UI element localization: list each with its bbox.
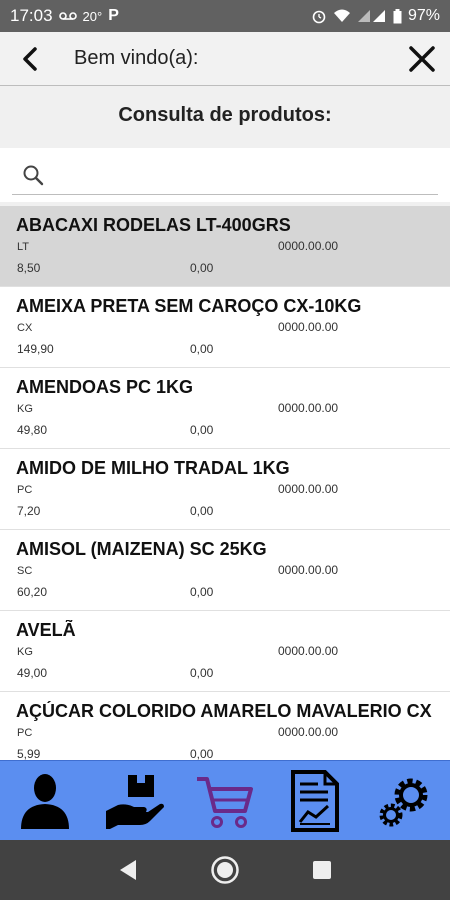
product-unit: PC (17, 484, 33, 496)
product-price: 49,00 (17, 666, 48, 680)
product-unit: LT (17, 241, 30, 253)
list-item[interactable]: AMENDOAS PC 1KG KG 0000.00.00 49,80 0,00 (0, 368, 450, 449)
product-stock: 0,00 (190, 504, 214, 518)
search-bar (0, 148, 450, 202)
cart-icon (197, 776, 253, 828)
alarm-icon (311, 8, 327, 24)
list-item[interactable]: ABACAXI RODELAS LT-400GRS LT 0000.00.00 … (0, 206, 450, 287)
header-title: Bem vindo(a): (74, 47, 199, 69)
search-input[interactable] (58, 156, 438, 192)
close-button[interactable] (394, 32, 450, 86)
product-stock: 0,00 (190, 261, 214, 275)
status-time: 17:03 (10, 6, 53, 25)
search-icon (23, 165, 44, 186)
search-underline (12, 194, 438, 195)
product-name: AÇÚCAR COLORIDO AMARELO MAVALERIO CX (16, 701, 432, 721)
product-price: 149,90 (17, 342, 54, 356)
product-stock: 0,00 (190, 666, 214, 680)
product-code: 0000.00.00 (278, 482, 339, 496)
list-item[interactable]: AMIDO DE MILHO TRADAL 1KG PC 0000.00.00 … (0, 449, 450, 530)
system-home-button[interactable] (200, 845, 250, 895)
product-name: AMISOL (MAIZENA) SC 25KG (16, 539, 267, 559)
status-bar: 17:03 20° P 97% (0, 0, 450, 32)
product-price: 49,80 (17, 423, 48, 437)
product-price: 5,99 (17, 747, 41, 760)
product-code: 0000.00.00 (278, 563, 339, 577)
triangle-back-icon (120, 860, 137, 880)
product-stock: 0,00 (190, 423, 214, 437)
list-item[interactable]: AVELÃ KG 0000.00.00 49,00 0,00 (0, 611, 450, 692)
battery-icon (393, 8, 402, 24)
product-code: 0000.00.00 (278, 644, 339, 658)
product-unit: CX (17, 322, 33, 334)
arrow-left-icon (23, 46, 37, 71)
user-icon (21, 773, 69, 829)
system-recents-button[interactable] (297, 845, 347, 895)
product-code: 0000.00.00 (278, 401, 339, 415)
product-stock: 0,00 (190, 342, 214, 356)
product-name: AMENDOAS PC 1KG (16, 377, 194, 397)
nav-settings-button[interactable] (370, 765, 440, 837)
nav-cart-button[interactable] (190, 765, 260, 837)
product-price: 7,20 (17, 504, 41, 518)
settings-icon (379, 778, 428, 826)
nav-user-button[interactable] (10, 765, 80, 837)
page-title: Consulta de produtos: (118, 103, 332, 126)
report-icon (291, 769, 339, 832)
nav-report-button[interactable] (280, 765, 350, 837)
product-code: 0000.00.00 (278, 725, 339, 739)
product-unit: KG (17, 646, 33, 658)
system-back-button[interactable] (103, 845, 153, 895)
status-temperature: 20° (82, 8, 103, 24)
product-code: 0000.00.00 (278, 320, 339, 334)
parking-icon: P (108, 7, 119, 24)
product-price: 8,50 (17, 261, 41, 275)
product-unit: PC (17, 727, 33, 739)
wifi-icon (333, 9, 351, 23)
product-name: AMEIXA PRETA SEM CAROÇO CX-10KG (16, 296, 362, 316)
signal-icon (357, 9, 387, 23)
list-item[interactable]: AMEIXA PRETA SEM CAROÇO CX-10KG CX 0000.… (0, 287, 450, 368)
nav-delivery-button[interactable] (100, 765, 170, 837)
product-name: AMIDO DE MILHO TRADAL 1KG (16, 458, 290, 478)
bottom-nav (0, 760, 450, 840)
system-nav-bar (0, 840, 450, 900)
product-name: AVELÃ (16, 620, 76, 640)
app-header: Bem vindo(a): (0, 32, 450, 86)
voicemail-icon (58, 11, 77, 21)
product-stock: 0,00 (190, 585, 214, 599)
product-stock: 0,00 (190, 747, 214, 760)
home-circle-icon (211, 856, 239, 884)
product-price: 60,20 (17, 585, 48, 599)
product-code: 0000.00.00 (278, 239, 339, 253)
battery-percent: 97% (407, 7, 440, 24)
delivery-icon (106, 774, 164, 829)
back-button[interactable] (0, 32, 60, 86)
product-unit: KG (17, 403, 33, 415)
square-recents-icon (312, 861, 331, 879)
product-unit: SC (17, 565, 33, 577)
list-item[interactable]: AMISOL (MAIZENA) SC 25KG SC 0000.00.00 6… (0, 530, 450, 611)
close-icon (409, 45, 435, 72)
product-name: ABACAXI RODELAS LT-400GRS (16, 215, 291, 235)
product-list[interactable]: ABACAXI RODELAS LT-400GRS LT 0000.00.00 … (0, 206, 450, 760)
list-item[interactable]: AÇÚCAR COLORIDO AMARELO MAVALERIO CX PC … (0, 692, 450, 760)
